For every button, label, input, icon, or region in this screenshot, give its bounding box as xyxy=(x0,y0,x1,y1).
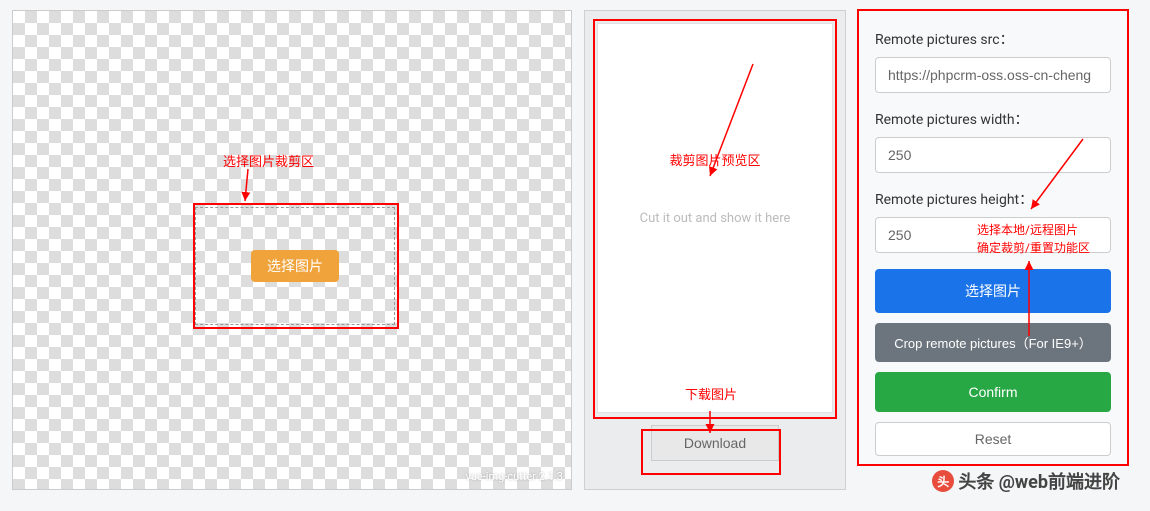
right-wrap: Remote pictures src： Remote pictures wid… xyxy=(858,10,1128,490)
width-label: Remote pictures width： xyxy=(875,109,1111,129)
width-input[interactable] xyxy=(875,137,1111,173)
crop-selection-box[interactable]: 选择图片 xyxy=(195,207,395,325)
toutiao-icon: 头 xyxy=(932,470,954,492)
height-label: Remote pictures height： xyxy=(875,189,1111,209)
annotation-label-form-1: 选择本地/远程图片 xyxy=(977,221,1078,238)
download-button[interactable]: Download xyxy=(651,425,779,461)
crop-panel: 选择图片 选择图片裁剪区 vue-img-cutter 2.1.3 xyxy=(12,10,572,490)
reset-button[interactable]: Reset xyxy=(875,422,1111,456)
src-input[interactable] xyxy=(875,57,1111,93)
select-image-button[interactable]: 选择图片 xyxy=(875,269,1111,313)
footer-watermark: 头 头条 @web前端进阶 xyxy=(932,468,1120,494)
annotation-label-form-2: 确定裁剪/重置功能区 xyxy=(977,239,1090,256)
version-watermark: vue-img-cutter 2.1.3 xyxy=(466,470,563,483)
src-label: Remote pictures src： xyxy=(875,29,1111,49)
preview-panel: 裁剪图片预览区 Cut it out and show it here 下载图片… xyxy=(584,10,846,490)
choose-image-button[interactable]: 选择图片 xyxy=(251,250,339,282)
annotation-label-download: 下载图片 xyxy=(685,384,737,403)
confirm-button[interactable]: Confirm xyxy=(875,372,1111,412)
footer-watermark-text: 头条 @web前端进阶 xyxy=(958,468,1120,494)
crop-remote-button[interactable]: Crop remote pictures（For IE9+） xyxy=(875,323,1111,362)
preview-inner: 裁剪图片预览区 Cut it out and show it here xyxy=(597,23,833,413)
annotation-label-preview: 裁剪图片预览区 xyxy=(669,150,760,169)
annotation-label-crop: 选择图片裁剪区 xyxy=(223,151,314,170)
preview-placeholder-text: Cut it out and show it here xyxy=(640,211,791,226)
form-panel: Remote pictures src： Remote pictures wid… xyxy=(858,10,1128,465)
